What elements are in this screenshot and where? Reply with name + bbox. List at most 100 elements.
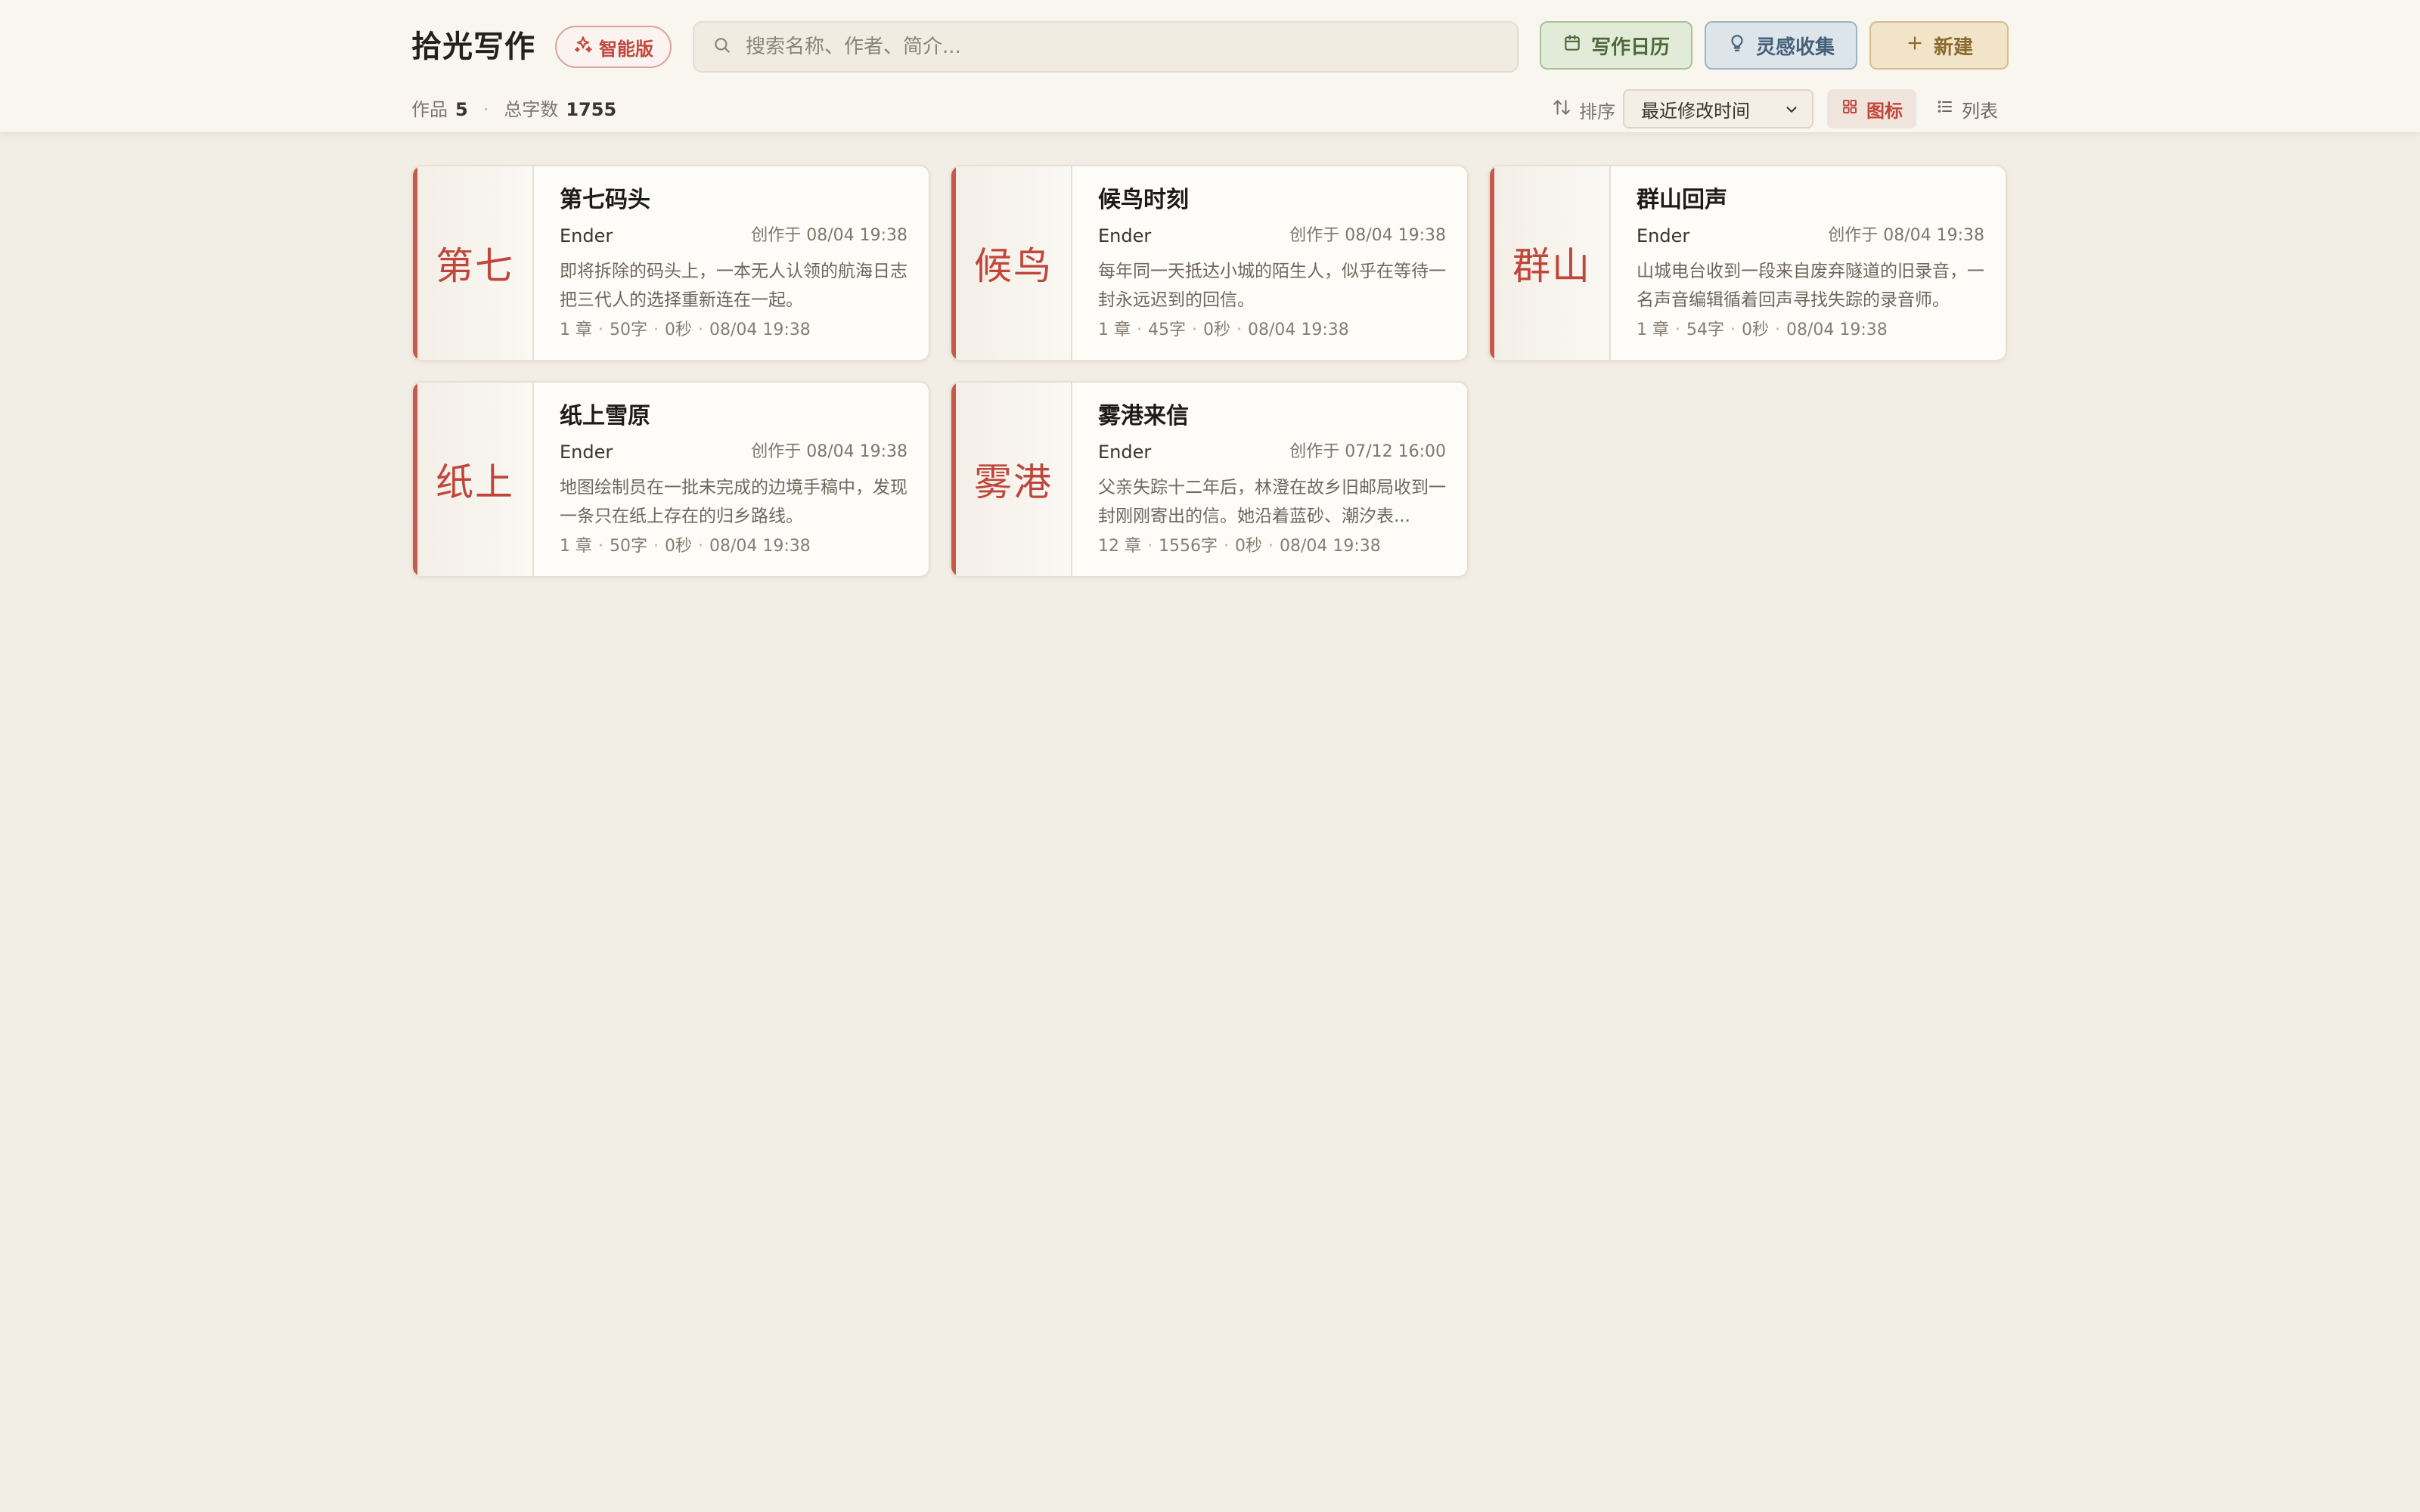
work-card[interactable]: 雾港 雾港来信 Ender 创作于 07/12 16:00 父亲失踪十二年后，林… bbox=[950, 381, 1469, 578]
work-title: 群山回声 bbox=[1637, 187, 1727, 213]
work-stats: 1 章 · 54字 · 0秒 · 08/04 19:38 bbox=[1637, 321, 1888, 339]
work-author: Ender bbox=[560, 225, 613, 246]
chapter-count: 12 章 bbox=[1098, 537, 1141, 556]
spine-title: 纸上 bbox=[436, 460, 514, 504]
card-body: 群山回声 Ender 创作于 08/04 19:38 山城电台收到一段来自废弃隧… bbox=[1637, 184, 1984, 343]
work-stats: 1 章 · 50字 · 0秒 · 08/04 19:38 bbox=[560, 321, 811, 339]
card-meta: Ender 创作于 08/04 19:38 bbox=[560, 221, 908, 251]
created-date: 创作于 08/04 19:38 bbox=[1289, 226, 1446, 245]
work-stats: 1 章 · 50字 · 0秒 · 08/04 19:38 bbox=[560, 537, 811, 556]
writing-calendar-button[interactable]: 写作日历 bbox=[1540, 21, 1692, 70]
modified-date: 08/04 19:38 bbox=[1786, 321, 1888, 339]
card-meta: Ender 创作于 08/04 19:38 bbox=[1637, 221, 1984, 251]
header-sub-row: 作品 5 · 总字数 1755 排序 最近修改时间 图标 列表 bbox=[411, 89, 2009, 130]
plus-icon bbox=[1905, 33, 1925, 58]
writing-calendar-label: 写作日历 bbox=[1590, 36, 1670, 59]
work-title: 候鸟时刻 bbox=[1098, 187, 1189, 213]
work-title: 纸上雪原 bbox=[560, 403, 650, 429]
work-card[interactable]: 第七 第七码头 Ender 创作于 08/04 19:38 即将拆除的码头上，一… bbox=[411, 165, 930, 361]
created-date: 创作于 07/12 16:00 bbox=[1289, 442, 1446, 461]
works-count: 5 bbox=[455, 99, 468, 120]
view-list-button[interactable]: 列表 bbox=[1925, 89, 2009, 129]
word-count: 45字 bbox=[1148, 321, 1186, 339]
search-input[interactable] bbox=[746, 36, 1487, 58]
work-card[interactable]: 群山 群山回声 Ender 创作于 08/04 19:38 山城电台收到一段来自… bbox=[1488, 165, 2007, 361]
lightbulb-icon bbox=[1727, 33, 1747, 58]
created-date: 创作于 08/04 19:38 bbox=[1828, 226, 1984, 245]
modified-date: 08/04 19:38 bbox=[709, 537, 811, 556]
view-list-label: 列表 bbox=[1962, 100, 1998, 122]
writing-time: 0秒 bbox=[1235, 537, 1262, 556]
header-top-row: 拾光写作 智能版 搜索名称、作者、简介... 写作日历 灵感收集 新建 bbox=[411, 21, 2009, 73]
card-body: 第七码头 Ender 创作于 08/04 19:38 即将拆除的码头上，一本无人… bbox=[560, 184, 908, 343]
sort-label-group: 排序 bbox=[1552, 97, 1615, 122]
inspiration-button[interactable]: 灵感收集 bbox=[1705, 21, 1857, 70]
work-stats: 12 章 · 1556字 · 0秒 · 08/04 19:38 bbox=[1098, 537, 1381, 556]
words-label: 总字数 bbox=[504, 99, 559, 120]
work-author: Ender bbox=[1098, 225, 1152, 246]
writing-time: 0秒 bbox=[665, 321, 692, 339]
work-summary: 山城电台收到一段来自废弃隧道的旧录音，一名声音编辑循着回声寻找失踪的录音师。 bbox=[1637, 262, 1984, 310]
app-header: 拾光写作 智能版 搜索名称、作者、简介... 写作日历 灵感收集 新建 作品 5… bbox=[0, 0, 2420, 133]
new-work-button[interactable]: 新建 bbox=[1869, 21, 2009, 70]
card-meta: Ender 创作于 08/04 19:38 bbox=[560, 437, 908, 467]
search-icon bbox=[712, 36, 732, 58]
work-author: Ender bbox=[1637, 225, 1690, 246]
book-spine: 第七 bbox=[413, 166, 534, 360]
book-spine: 纸上 bbox=[413, 383, 534, 576]
works-label: 作品 bbox=[411, 99, 448, 120]
card-body: 候鸟时刻 Ender 创作于 08/04 19:38 每年同一天抵达小城的陌生人… bbox=[1098, 184, 1446, 343]
modified-date: 08/04 19:38 bbox=[1248, 321, 1349, 339]
work-title: 第七码头 bbox=[560, 187, 650, 213]
grid-icon bbox=[1841, 98, 1859, 120]
spine-title: 群山 bbox=[1512, 244, 1591, 288]
calendar-icon bbox=[1562, 33, 1582, 58]
card-meta: Ender 创作于 08/04 19:38 bbox=[1098, 221, 1446, 251]
new-work-label: 新建 bbox=[1933, 36, 1973, 59]
book-spine: 群山 bbox=[1490, 166, 1611, 360]
created-date: 创作于 08/04 19:38 bbox=[751, 442, 908, 461]
work-author: Ender bbox=[560, 442, 613, 463]
book-spine: 雾港 bbox=[951, 383, 1072, 576]
work-summary: 父亲失踪十二年后，林澄在故乡旧邮局收到一封刚刚寄出的信。她沿着蓝砂、潮汐表... bbox=[1098, 478, 1446, 526]
chapter-count: 1 章 bbox=[1098, 321, 1131, 339]
created-date: 创作于 08/04 19:38 bbox=[751, 226, 908, 245]
work-author: Ender bbox=[1098, 442, 1152, 463]
word-count: 50字 bbox=[610, 537, 647, 556]
writing-time: 0秒 bbox=[665, 537, 692, 556]
spine-title: 第七 bbox=[436, 244, 514, 288]
sort-selected-value: 最近修改时间 bbox=[1641, 100, 1750, 122]
work-card[interactable]: 纸上 纸上雪原 Ender 创作于 08/04 19:38 地图绘制员在一批未完… bbox=[411, 381, 930, 578]
work-title: 雾港来信 bbox=[1098, 403, 1189, 429]
word-count: 1556字 bbox=[1159, 537, 1218, 556]
search-box[interactable] bbox=[693, 21, 1519, 73]
stats-separator: · bbox=[482, 99, 489, 120]
work-summary: 地图绘制员在一批未完成的边境手稿中，发现一条只在纸上存在的归乡路线。 bbox=[560, 478, 908, 526]
card-meta: Ender 创作于 07/12 16:00 bbox=[1098, 437, 1446, 467]
ai-mode-badge[interactable]: 智能版 bbox=[555, 26, 672, 68]
library-stats: 作品 5 · 总字数 1755 bbox=[411, 97, 616, 122]
work-card[interactable]: 候鸟 候鸟时刻 Ender 创作于 08/04 19:38 每年同一天抵达小城的… bbox=[950, 165, 1469, 361]
spine-title: 候鸟 bbox=[974, 244, 1053, 288]
view-grid-button[interactable]: 图标 bbox=[1827, 89, 1916, 129]
sparkles-icon bbox=[573, 35, 593, 59]
ai-badge-label: 智能版 bbox=[599, 38, 653, 60]
chapter-count: 1 章 bbox=[1637, 321, 1669, 339]
spine-title: 雾港 bbox=[974, 460, 1053, 504]
modified-date: 08/04 19:38 bbox=[709, 321, 811, 339]
inspiration-label: 灵感收集 bbox=[1755, 36, 1835, 59]
chapter-count: 1 章 bbox=[560, 321, 592, 339]
writing-time: 0秒 bbox=[1742, 321, 1769, 339]
view-grid-label: 图标 bbox=[1866, 100, 1903, 122]
sort-select[interactable]: 最近修改时间 bbox=[1623, 89, 1813, 129]
work-stats: 1 章 · 45字 · 0秒 · 08/04 19:38 bbox=[1098, 321, 1349, 339]
card-body: 纸上雪原 Ender 创作于 08/04 19:38 地图绘制员在一批未完成的边… bbox=[560, 401, 908, 559]
chevron-down-icon bbox=[1783, 101, 1800, 122]
card-body: 雾港来信 Ender 创作于 07/12 16:00 父亲失踪十二年后，林澄在故… bbox=[1098, 401, 1446, 559]
list-icon bbox=[1936, 98, 1954, 120]
work-summary: 每年同一天抵达小城的陌生人，似乎在等待一封永远迟到的回信。 bbox=[1098, 262, 1446, 310]
word-count: 54字 bbox=[1686, 321, 1724, 339]
modified-date: 08/04 19:38 bbox=[1280, 537, 1381, 556]
book-spine: 候鸟 bbox=[951, 166, 1072, 360]
work-summary: 即将拆除的码头上，一本无人认领的航海日志把三代人的选择重新连在一起。 bbox=[560, 262, 908, 310]
